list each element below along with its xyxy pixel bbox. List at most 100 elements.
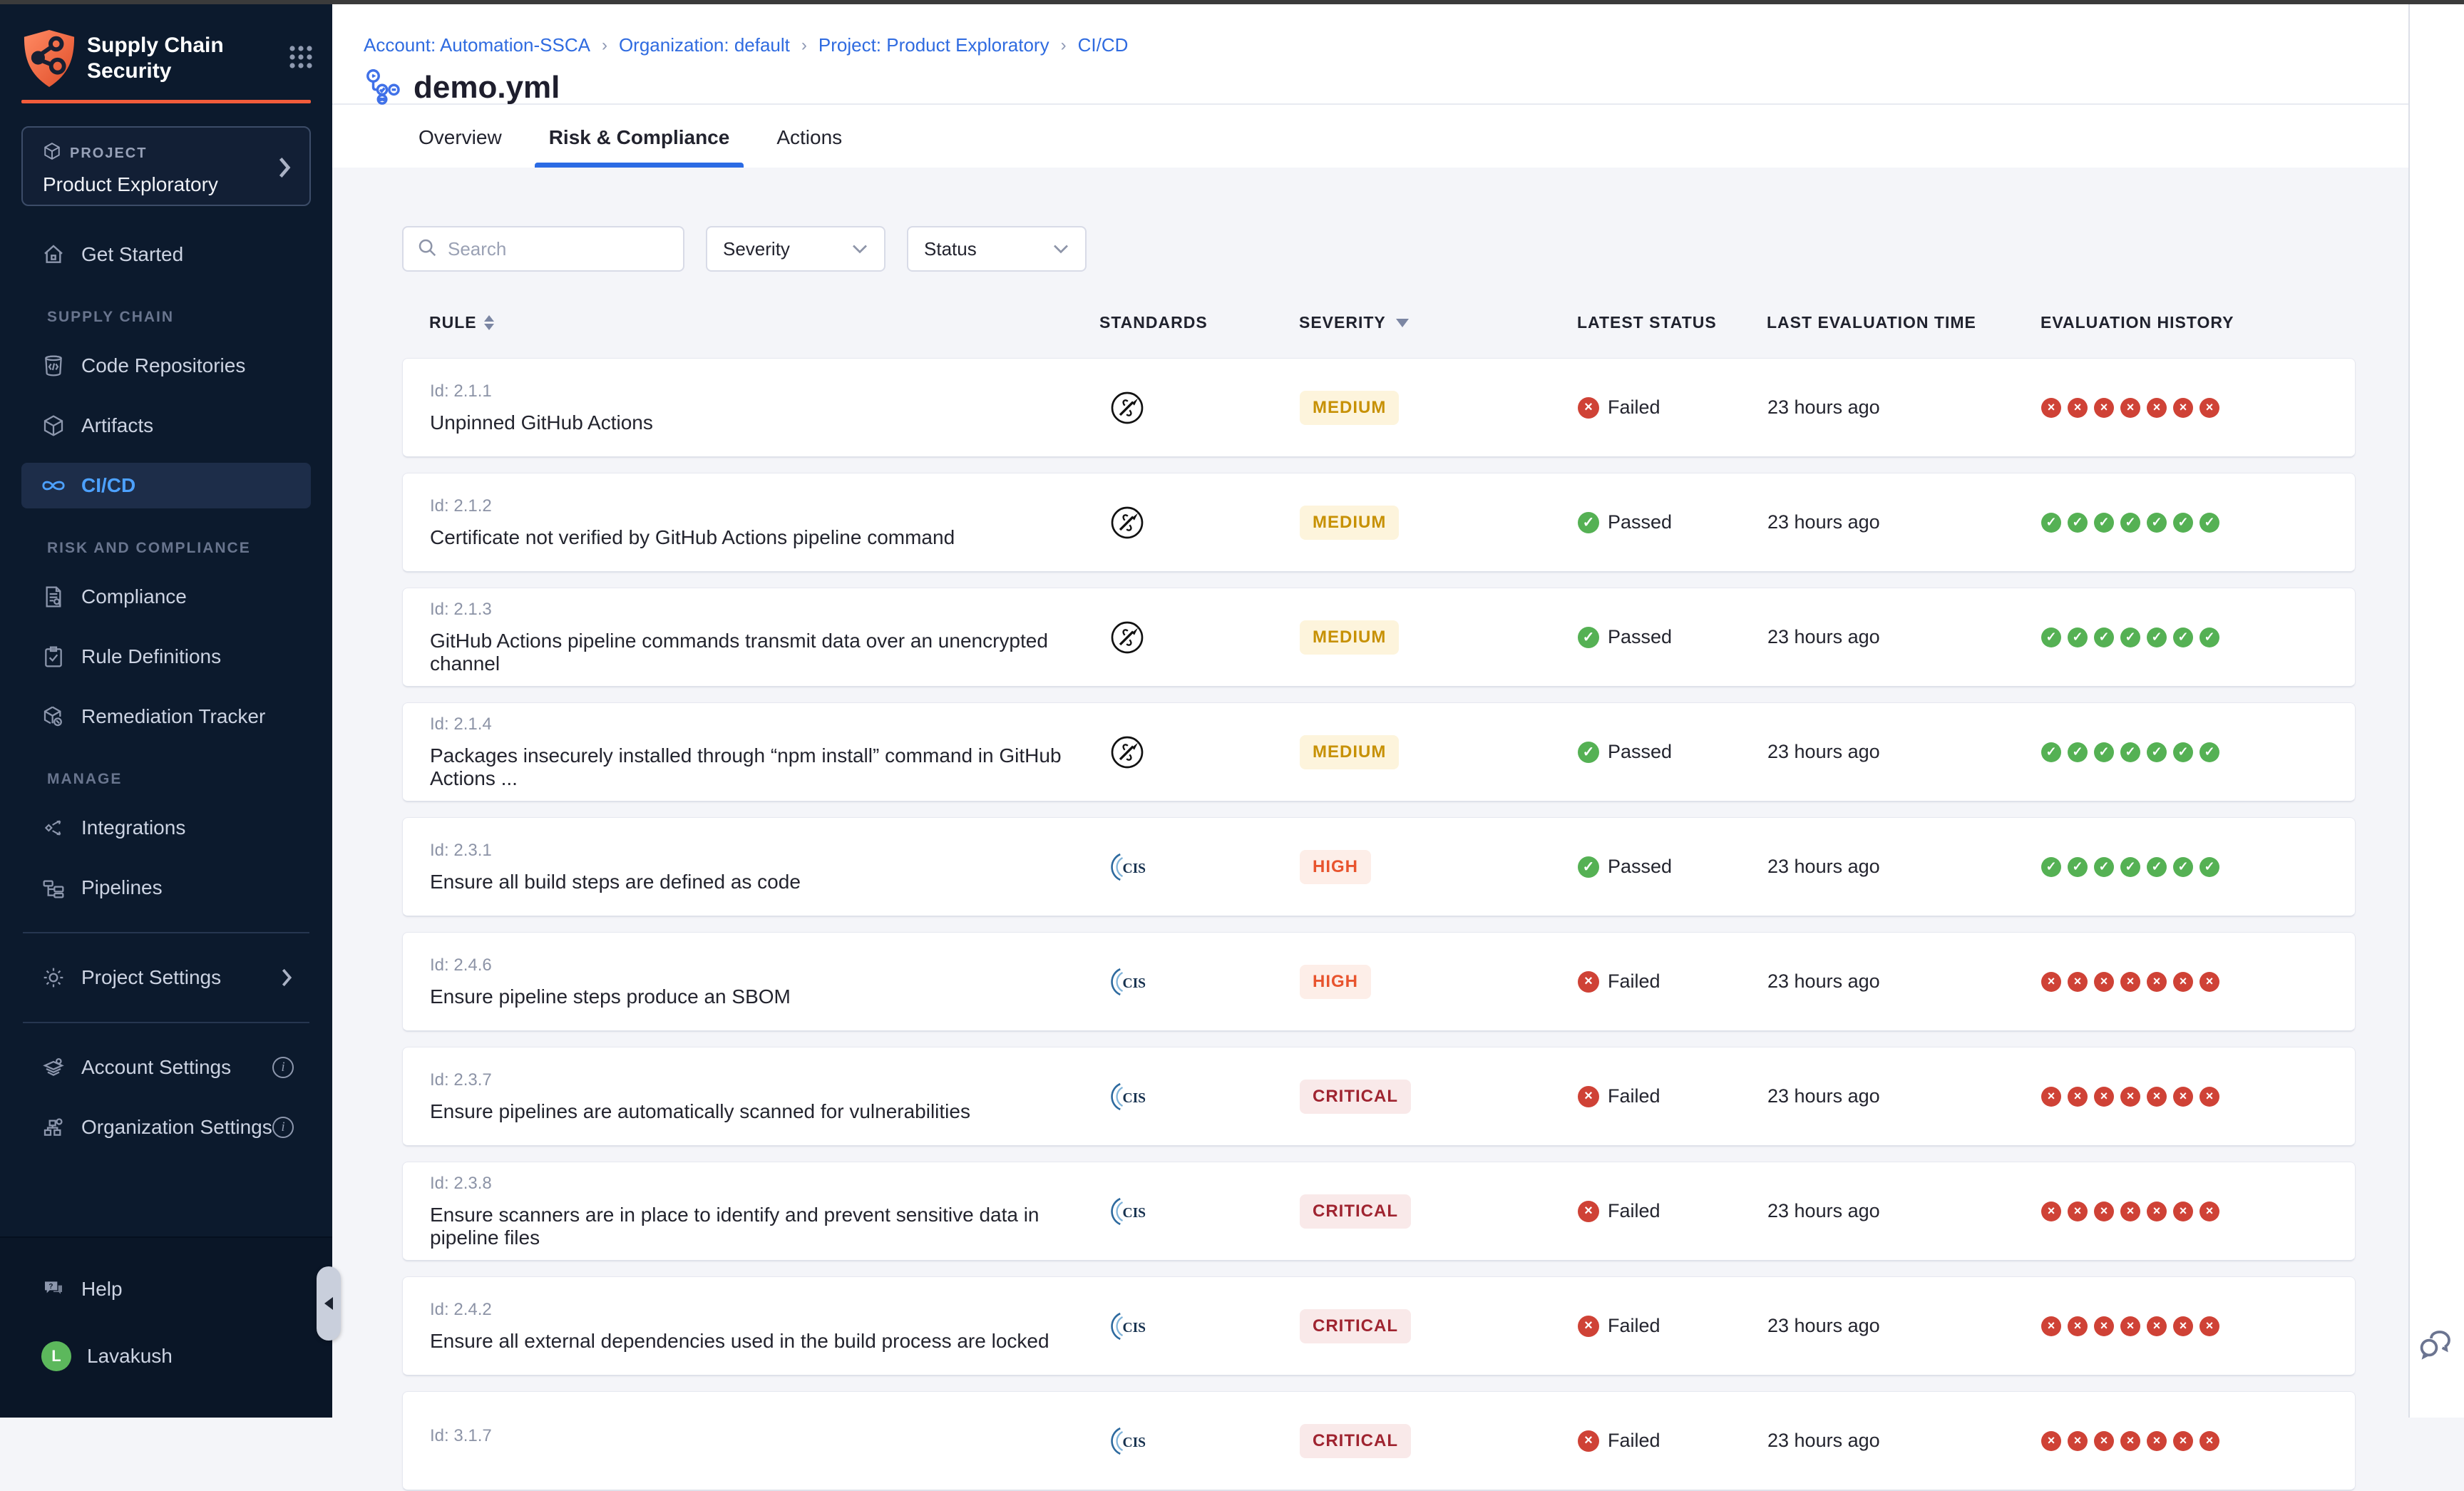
sidebar-item-pipelines[interactable]: Pipelines — [21, 865, 311, 911]
sidebar-collapse-handle[interactable] — [317, 1266, 341, 1341]
table-row[interactable]: Id: 3.1.7 CIS CRITICAL × Failed 23 hours… — [402, 1391, 2356, 1491]
sort-icon — [484, 315, 494, 330]
sidebar-item-get-started[interactable]: Get Started — [21, 232, 311, 277]
clipboard-check-icon — [41, 645, 66, 668]
sidebar-item-compliance[interactable]: Compliance — [21, 574, 311, 620]
info-icon[interactable]: i — [272, 1117, 294, 1138]
severity-filter[interactable]: Severity — [706, 226, 885, 272]
history-fail-icon: × — [2120, 398, 2140, 418]
evaluation-history: ××××××× — [2041, 972, 2355, 992]
severity-badge: CRITICAL — [1300, 1424, 1411, 1458]
remediation-box-icon — [41, 705, 66, 728]
section-supply-chain: SUPPLY CHAIN — [47, 309, 332, 326]
failed-x-icon: × — [1578, 1316, 1599, 1337]
history-fail-icon: × — [2173, 1087, 2193, 1107]
sidebar-item-artifacts[interactable]: Artifacts — [21, 403, 311, 449]
project-cube-icon — [43, 142, 61, 165]
sidebar-nav: Get Started SUPPLY CHAIN Code Repositori… — [0, 232, 332, 1150]
history-pass-icon: ✓ — [2199, 742, 2219, 762]
svg-text:CIS: CIS — [1123, 1435, 1146, 1450]
user-menu[interactable]: L Lavakush — [21, 1333, 311, 1379]
supply-chain-security-logo — [21, 29, 77, 88]
sidebar-item-code-repositories[interactable]: Code Repositories — [21, 343, 311, 389]
table-row[interactable]: Id: 2.3.7 Ensure pipelines are automatic… — [402, 1047, 2356, 1147]
evaluation-history: ××××××× — [2041, 1431, 2355, 1451]
history-fail-icon: × — [2041, 972, 2061, 992]
history-fail-icon: × — [2199, 1431, 2219, 1451]
history-pass-icon: ✓ — [2041, 742, 2061, 762]
owasp-standard-icon — [1109, 389, 1146, 426]
table-row[interactable]: Id: 2.4.2 Ensure all external dependenci… — [402, 1276, 2356, 1376]
breadcrumb-account[interactable]: Account: Automation-SSCA — [364, 34, 590, 56]
sidebar-item-help[interactable]: ? Help — [21, 1266, 311, 1312]
history-fail-icon: × — [2199, 972, 2219, 992]
failed-x-icon: × — [1578, 397, 1599, 419]
tab-actions[interactable]: Actions — [769, 126, 849, 168]
compliance-document-icon — [41, 585, 66, 608]
column-standards: STANDARDS — [1099, 313, 1299, 332]
tab-overview[interactable]: Overview — [411, 126, 509, 168]
table-row[interactable]: Id: 2.4.6 Ensure pipeline steps produce … — [402, 932, 2356, 1032]
table-header: RULE STANDARDS SEVERITY LATEST STATUS LA… — [402, 313, 2356, 332]
severity-badge: HIGH — [1300, 965, 1371, 999]
breadcrumb-cicd[interactable]: CI/CD — [1078, 34, 1129, 56]
rule-title: Ensure scanners are in place to identify… — [430, 1204, 1100, 1249]
history-fail-icon: × — [2120, 972, 2140, 992]
history-fail-icon: × — [2147, 972, 2167, 992]
table-row[interactable]: Id: 2.1.4 Packages insecurely installed … — [402, 702, 2356, 802]
status-label: Passed — [1608, 856, 1672, 878]
table-row[interactable]: Id: 2.1.1 Unpinned GitHub Actions MEDIUM… — [402, 358, 2356, 458]
gear-icon — [41, 966, 66, 989]
history-pass-icon: ✓ — [2094, 742, 2114, 762]
passed-check-icon: ✓ — [1578, 742, 1599, 763]
table-row[interactable]: Id: 2.1.2 Certificate not verified by Gi… — [402, 473, 2356, 573]
table-row[interactable]: Id: 2.3.1 Ensure all build steps are def… — [402, 817, 2356, 917]
chat-support-icon[interactable] — [2416, 1327, 2455, 1370]
sidebar-item-project-settings[interactable]: Project Settings — [21, 955, 311, 1000]
passed-check-icon: ✓ — [1578, 627, 1599, 648]
rule-title: Ensure pipeline steps produce an SBOM — [430, 985, 1100, 1008]
svg-text:CIS: CIS — [1123, 1091, 1146, 1106]
artifact-cube-icon — [41, 414, 66, 437]
table-row[interactable]: Id: 2.1.3 GitHub Actions pipeline comman… — [402, 588, 2356, 687]
infinity-icon — [41, 478, 66, 493]
rule-id: Id: 2.4.6 — [430, 955, 1100, 975]
tab-risk-and-compliance[interactable]: Risk & Compliance — [542, 126, 737, 168]
breadcrumb-project[interactable]: Project: Product Exploratory — [818, 34, 1049, 56]
history-pass-icon: ✓ — [2094, 627, 2114, 647]
sidebar-item-rule-definitions[interactable]: Rule Definitions — [21, 634, 311, 680]
rules-list: Id: 2.1.1 Unpinned GitHub Actions MEDIUM… — [402, 358, 2356, 1491]
history-fail-icon: × — [2094, 1201, 2114, 1221]
sidebar-item-remediation-tracker[interactable]: Remediation Tracker — [21, 694, 311, 739]
history-fail-icon: × — [2094, 1316, 2114, 1336]
sidebar-item-cicd[interactable]: CI/CD — [21, 463, 311, 508]
project-label: PROJECT — [70, 145, 147, 162]
evaluation-history: ✓✓✓✓✓✓✓ — [2041, 742, 2355, 762]
search-input[interactable] — [448, 238, 662, 260]
history-fail-icon: × — [2094, 398, 2114, 418]
info-icon[interactable]: i — [272, 1057, 294, 1078]
history-fail-icon: × — [2147, 1316, 2167, 1336]
chevron-down-icon — [1052, 243, 1069, 255]
sidebar-item-integrations[interactable]: Integrations — [21, 805, 311, 851]
history-fail-icon: × — [2199, 1087, 2219, 1107]
column-severity[interactable]: SEVERITY — [1299, 313, 1577, 332]
project-selector[interactable]: PROJECT Product Exploratory — [21, 126, 311, 206]
status-filter[interactable]: Status — [907, 226, 1087, 272]
module-grid-icon[interactable] — [288, 44, 314, 73]
status-label: Failed — [1608, 1315, 1660, 1337]
table-row[interactable]: Id: 2.3.8 Ensure scanners are in place t… — [402, 1162, 2356, 1261]
rule-id: Id: 2.3.1 — [430, 841, 1100, 861]
owasp-standard-icon — [1109, 734, 1146, 771]
sidebar-item-organization-settings[interactable]: Organization Settings i — [21, 1105, 311, 1150]
search-icon — [416, 237, 438, 262]
breadcrumb-separator: › — [801, 36, 807, 56]
history-fail-icon: × — [2199, 398, 2219, 418]
sidebar-item-account-settings[interactable]: Account Settings i — [21, 1045, 311, 1090]
column-rule[interactable]: RULE — [429, 313, 1099, 332]
history-pass-icon: ✓ — [2094, 857, 2114, 877]
organization-icon — [41, 1116, 66, 1139]
evaluation-history: ✓✓✓✓✓✓✓ — [2041, 857, 2355, 877]
breadcrumb-organization[interactable]: Organization: default — [619, 34, 790, 56]
history-fail-icon: × — [2094, 972, 2114, 992]
